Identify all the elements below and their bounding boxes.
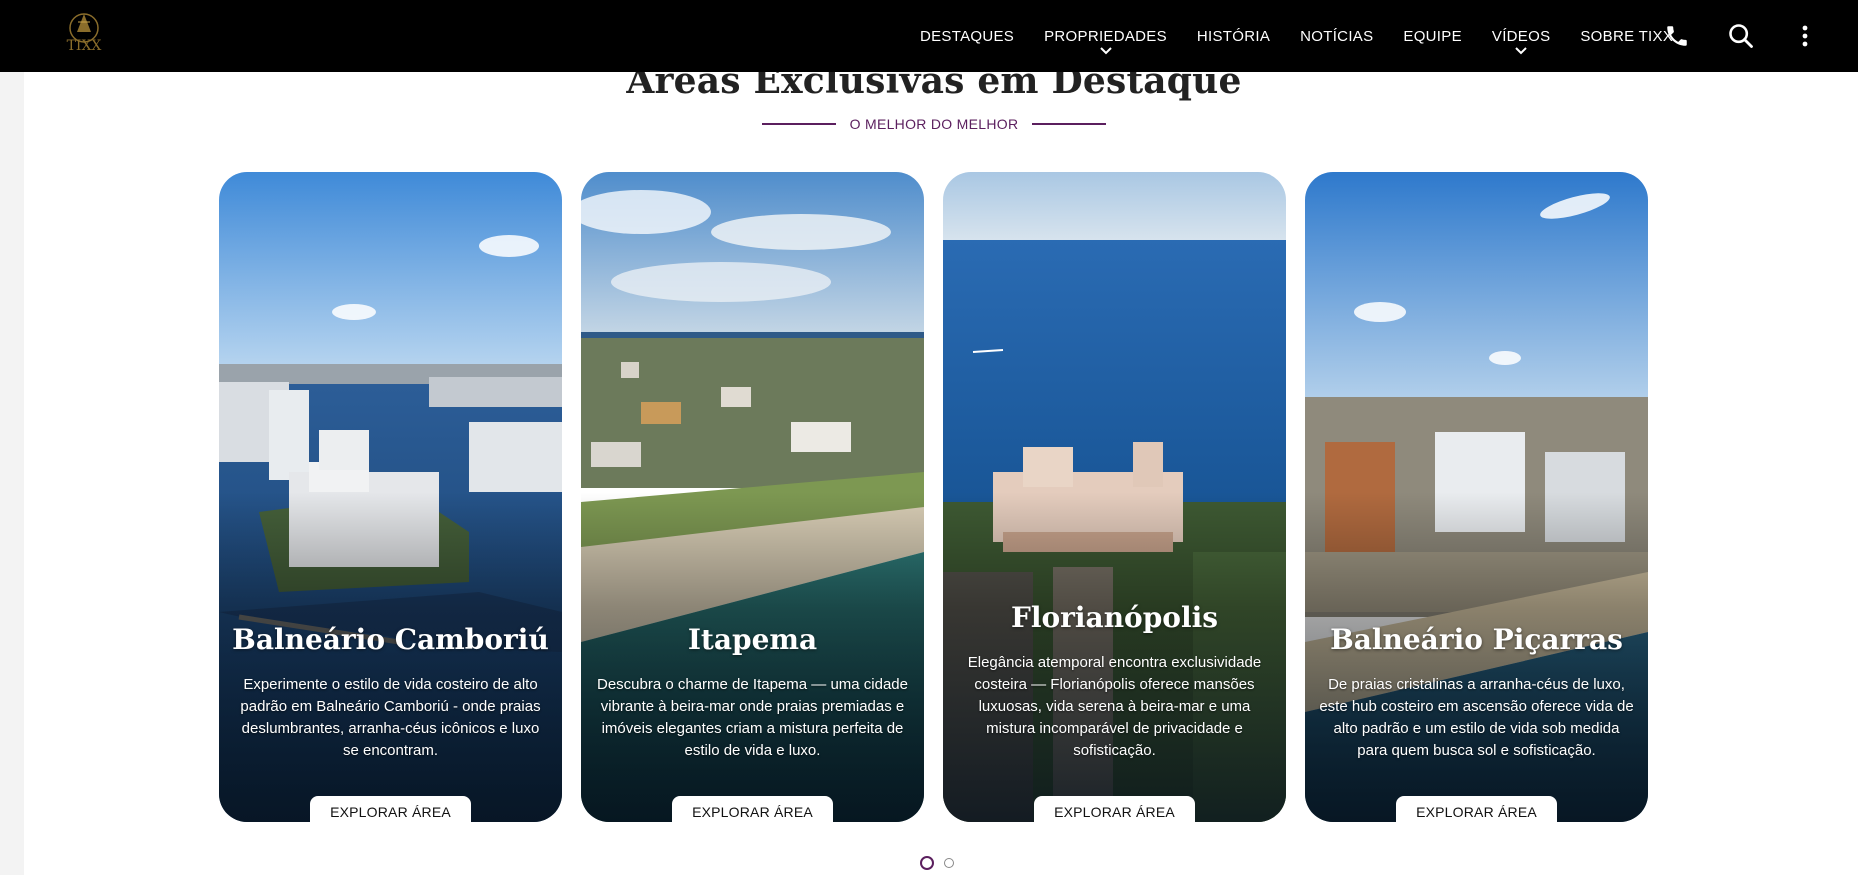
- area-card-balneario-camboriu[interactable]: Balneário Camboriú Experimente o estilo …: [219, 172, 562, 822]
- carousel-pagination: [920, 856, 954, 870]
- nav-historia-label: HISTÓRIA: [1196, 27, 1271, 45]
- nav-noticias[interactable]: NOTÍCIAS: [1300, 0, 1373, 72]
- chevron-down-icon: [1515, 47, 1527, 55]
- area-card-florianopolis[interactable]: Florianópolis Elegância atemporal encont…: [943, 172, 1286, 822]
- explore-area-button[interactable]: EXPLORAR ÁREA: [1034, 796, 1195, 822]
- nav-noticias-label: NOTÍCIAS: [1300, 27, 1374, 45]
- main-menu: DESTAQUES PROPRIEDADES HISTÓRIA NOTÍCIAS…: [920, 0, 1703, 72]
- section-subtitle-wrap: O MELHOR DO MELHOR: [24, 116, 1844, 132]
- nav-sobre-tixx[interactable]: SOBRE TIXX: [1580, 0, 1673, 72]
- pagination-dot-1-active[interactable]: [920, 856, 934, 870]
- nav-videos[interactable]: VÍDEOS: [1492, 0, 1550, 72]
- nav-equipe-label: EQUIPE: [1403, 27, 1462, 45]
- nav-destaques-label: DESTAQUES: [920, 27, 1015, 45]
- subtitle-divider-right: [1032, 123, 1107, 125]
- card-content: Balneário Piçarras De praias cristalinas…: [1305, 623, 1648, 822]
- svg-text:TIXX: TIXX: [67, 38, 102, 54]
- subtitle-divider-left: [761, 123, 836, 125]
- card-content: Itapema Descubra o charme de Itapema — u…: [581, 623, 924, 822]
- nav-propriedades[interactable]: PROPRIEDADES: [1044, 0, 1167, 72]
- nav-propriedades-label: PROPRIEDADES: [1044, 27, 1167, 45]
- explore-area-button[interactable]: EXPLORAR ÁREA: [672, 796, 833, 822]
- nav-destaques[interactable]: DESTAQUES: [920, 0, 1014, 72]
- nav-equipe[interactable]: EQUIPE: [1403, 0, 1461, 72]
- search-icon[interactable]: [1726, 21, 1756, 51]
- nav-historia[interactable]: HISTÓRIA: [1197, 0, 1270, 72]
- more-vertical-icon[interactable]: [1790, 21, 1820, 51]
- card-description: De praias cristalinas a arranha-céus de …: [1319, 676, 1634, 759]
- card-description: Elegância atemporal encontra exclusivida…: [967, 654, 1262, 759]
- card-description: Experimente o estilo de vida costeiro de…: [240, 676, 541, 759]
- area-card-balneario-picarras[interactable]: Balneário Piçarras De praias cristalinas…: [1305, 172, 1648, 822]
- card-title: Itapema: [687, 623, 818, 656]
- card-content: Balneário Camboriú Experimente o estilo …: [219, 623, 562, 822]
- tixx-logo[interactable]: TIXX: [56, 6, 112, 62]
- card-title: Balneário Piçarras: [1330, 623, 1623, 656]
- top-navigation: TIXX DESTAQUES PROPRIEDADES HISTÓRIA NOT…: [0, 0, 1858, 72]
- card-content: Florianópolis Elegância atemporal encont…: [943, 601, 1286, 822]
- nav-sobre-tixx-label: SOBRE TIXX: [1580, 27, 1674, 45]
- card-title: Balneário Camboriú: [232, 623, 549, 656]
- nav-videos-label: VÍDEOS: [1491, 27, 1551, 45]
- phone-icon[interactable]: [1662, 21, 1692, 51]
- nav-actions: [1662, 0, 1820, 72]
- featured-areas-section: Áreas Exclusivas em Destaque O MELHOR DO…: [24, 60, 1858, 875]
- section-subtitle: O MELHOR DO MELHOR: [849, 116, 1019, 132]
- pagination-dot-2[interactable]: [944, 858, 954, 868]
- explore-area-button[interactable]: EXPLORAR ÁREA: [310, 796, 471, 822]
- card-description: Descubra o charme de Itapema — uma cidad…: [597, 676, 908, 759]
- area-cards-carousel: Balneário Camboriú Experimente o estilo …: [219, 172, 1651, 822]
- explore-area-button[interactable]: EXPLORAR ÁREA: [1396, 796, 1557, 822]
- area-card-itapema[interactable]: Itapema Descubra o charme de Itapema — u…: [581, 172, 924, 822]
- card-title: Florianópolis: [1010, 601, 1219, 634]
- chevron-down-icon: [1099, 47, 1112, 55]
